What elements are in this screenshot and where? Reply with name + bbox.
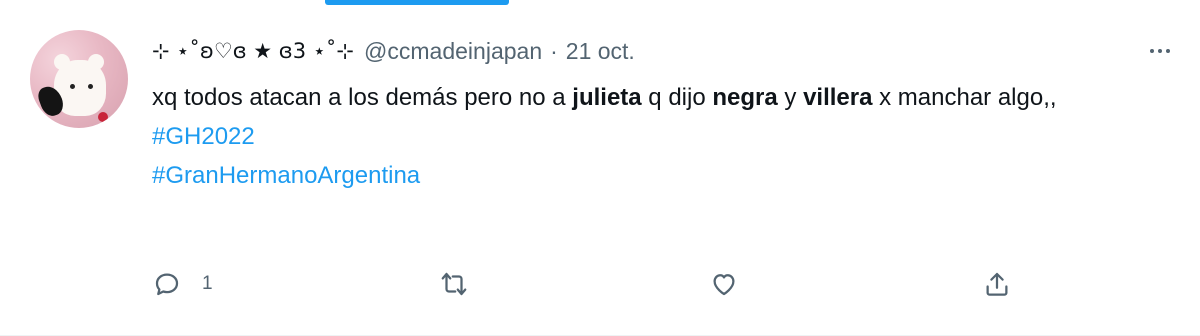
like-button[interactable] xyxy=(709,264,759,304)
retweet-button[interactable] xyxy=(439,264,489,304)
more-options-button[interactable] xyxy=(1138,36,1182,66)
tweet-text-part: xq todos atacan a los demás pero no a xyxy=(152,84,573,111)
tweet-text-part: x manchar algo,, xyxy=(872,84,1057,111)
avatar-tag xyxy=(98,112,108,122)
tweet-actions: 1 xyxy=(152,264,1032,304)
like-icon xyxy=(713,274,735,296)
retweet-icon xyxy=(441,272,467,296)
tweet-date[interactable]: 21 oct. xyxy=(566,38,635,65)
separator-dot: · xyxy=(550,37,558,64)
bold-word-negra: negra xyxy=(712,84,778,111)
hashtag-link[interactable]: #GranHermanoArgentina xyxy=(152,156,420,195)
avatar-eye-right xyxy=(88,84,93,89)
reply-button[interactable]: 1 xyxy=(152,264,213,304)
tweet-text-part: y xyxy=(777,84,804,111)
tweet-header: ⊹ ⋆˚ʚ♡ɞ ★ ɞ3 ⋆˚⊹ @ccmadeinjapan · 21 oct… xyxy=(152,36,635,66)
reply-icon xyxy=(155,273,179,296)
tweet[interactable]: ⊹ ⋆˚ʚ♡ɞ ★ ɞ3 ⋆˚⊹ @ccmadeinjapan · 21 oct… xyxy=(0,0,1200,336)
avatar[interactable] xyxy=(30,30,128,128)
share-button[interactable] xyxy=(982,264,1012,304)
user-handle[interactable]: @ccmadeinjapan xyxy=(364,38,542,65)
bold-word-julieta: julieta xyxy=(572,84,642,111)
bold-word-villera: villera xyxy=(803,84,873,111)
tweet-text-part: q dijo xyxy=(641,84,713,111)
share-icon xyxy=(986,272,1008,296)
avatar-eye-left xyxy=(70,84,75,89)
hashtag-link[interactable]: #GH2022 xyxy=(152,117,255,156)
display-name[interactable]: ⊹ ⋆˚ʚ♡ɞ ★ ɞ3 ⋆˚⊹ xyxy=(152,39,354,63)
tweet-text: xq todos atacan a los demás pero no a ju… xyxy=(152,78,1152,195)
reply-count: 1 xyxy=(202,273,213,294)
more-icon xyxy=(1150,49,1154,53)
